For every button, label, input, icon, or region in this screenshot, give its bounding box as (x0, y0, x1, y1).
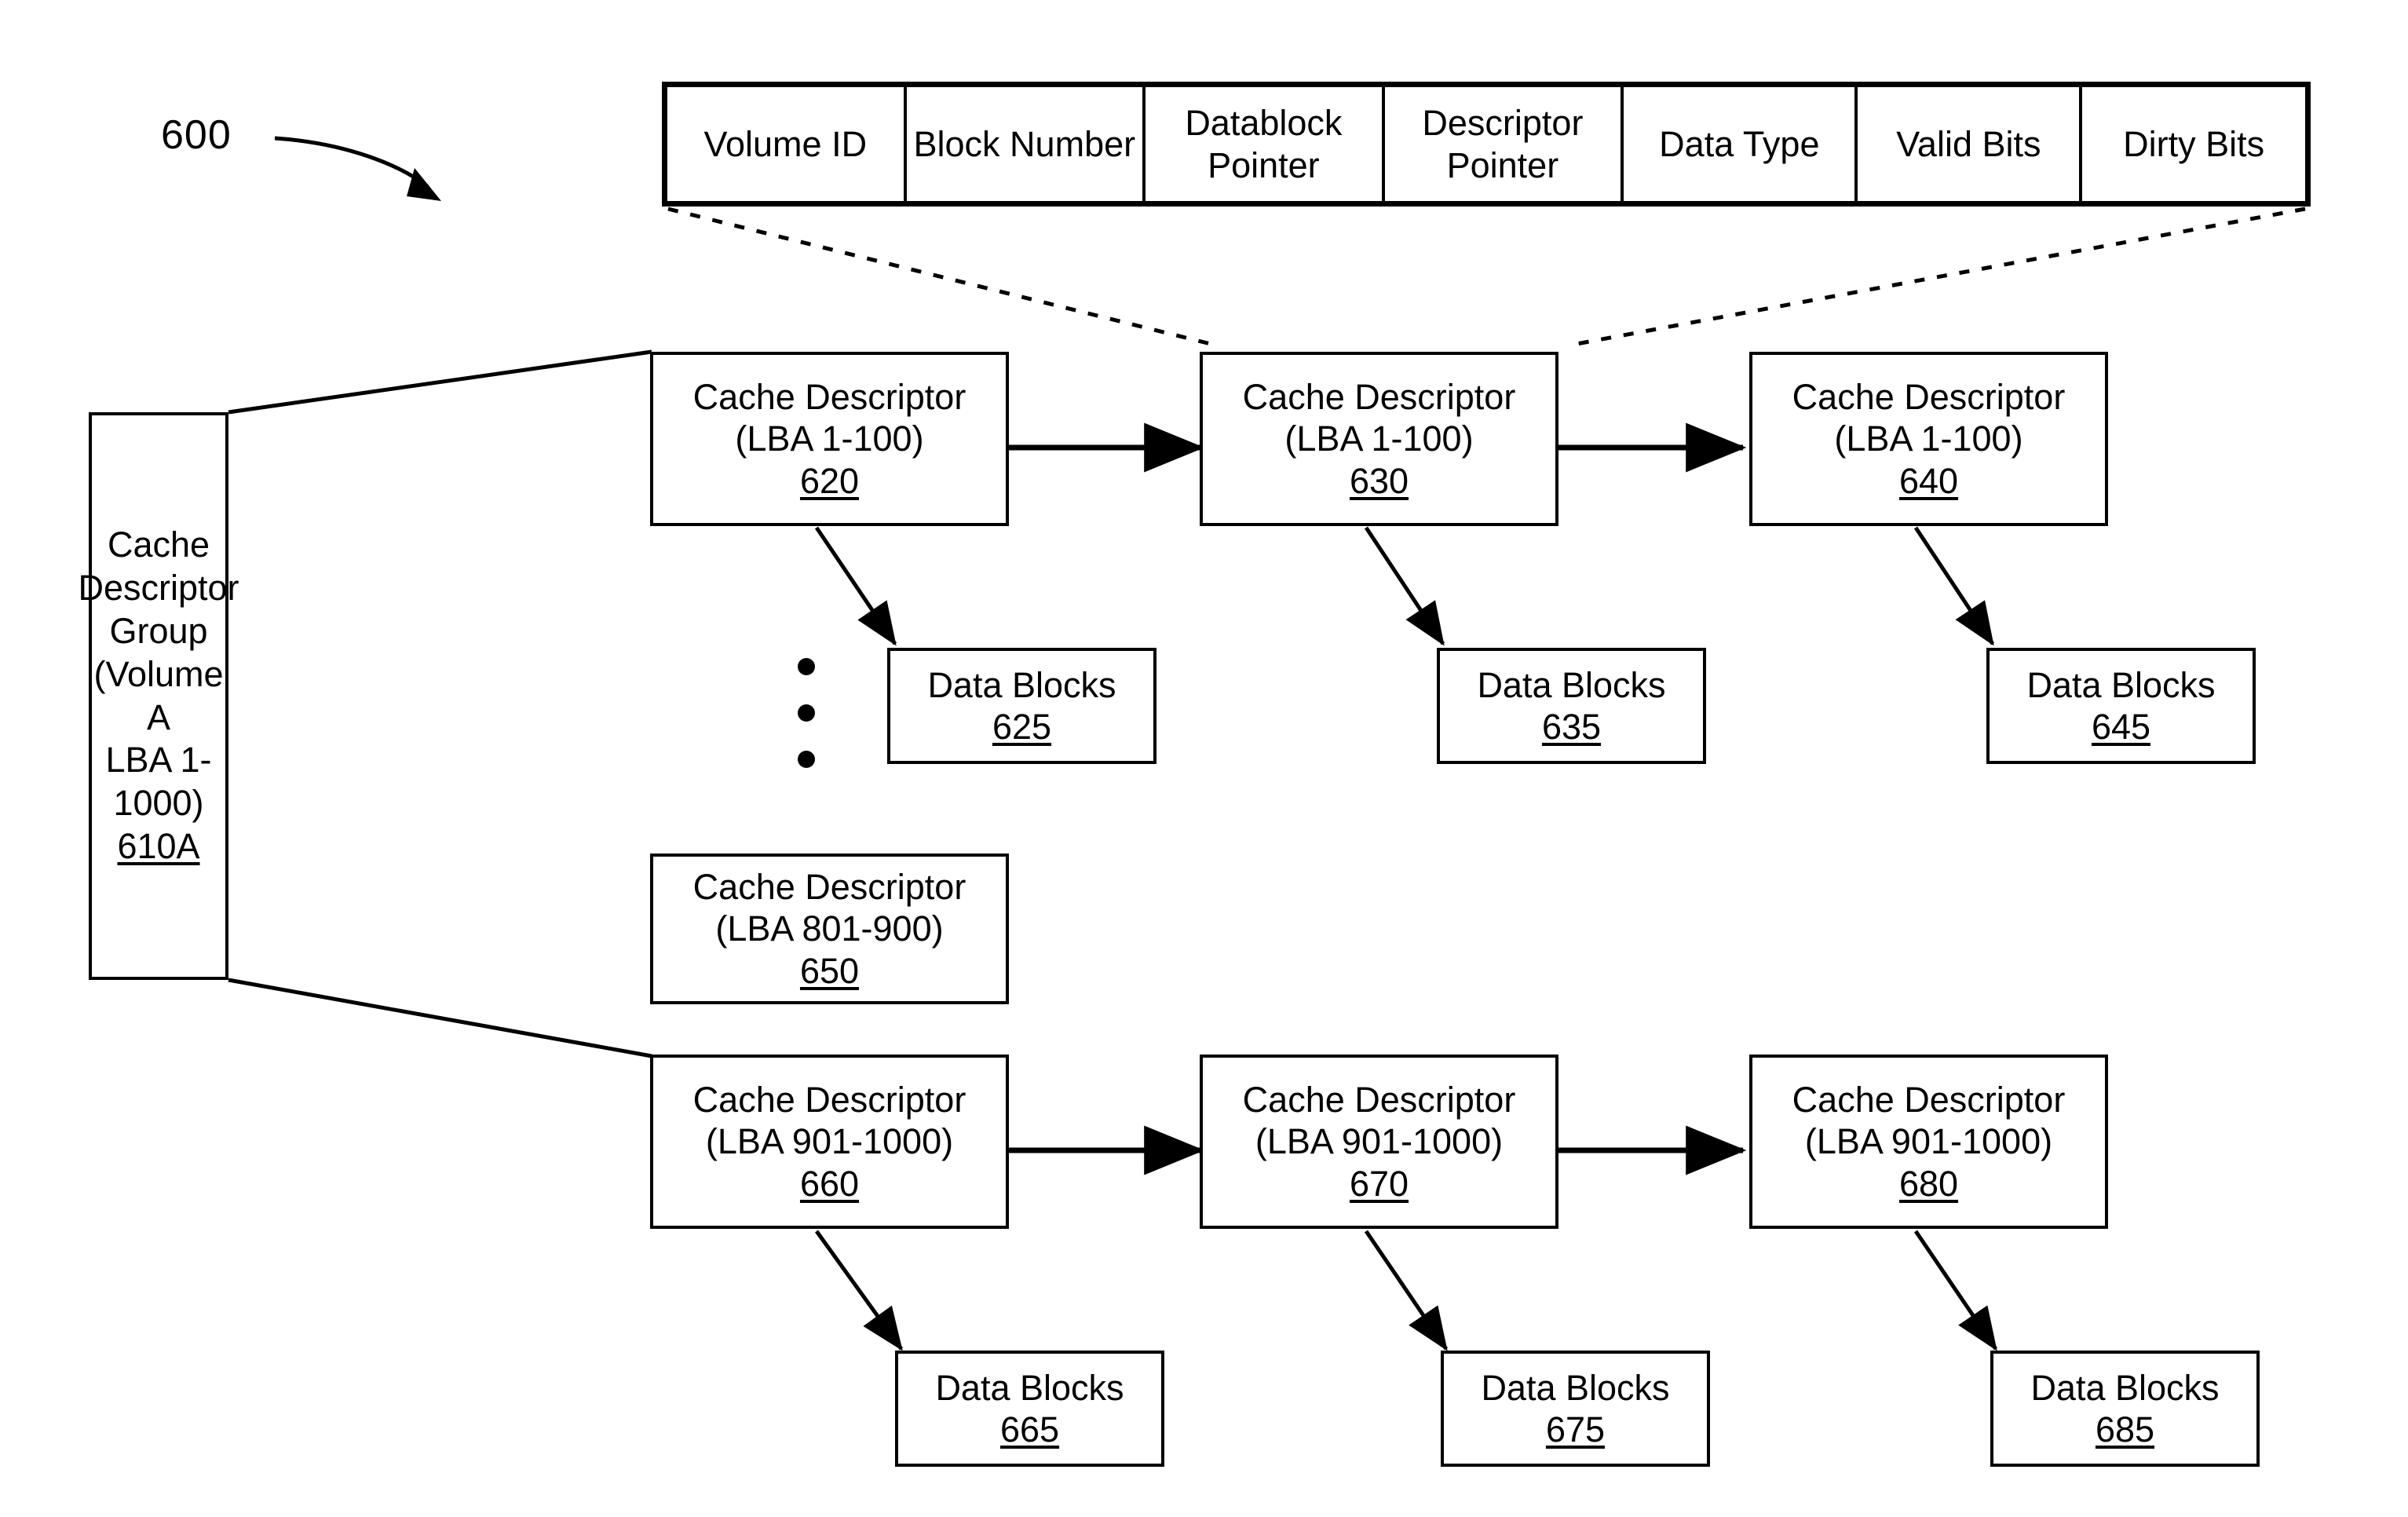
group-line-1: Cache Descriptor (78, 524, 239, 608)
cache-descriptor-670: Cache Descriptor (LBA 901-1000) 670 (1200, 1055, 1558, 1229)
attr-cell-datablock-pointer: Datablock Pointer (1146, 87, 1385, 201)
cd-660-range: (LBA 901-1000) (705, 1121, 954, 1162)
cd-650-range: (LBA 801-900) (715, 908, 944, 949)
cd-680-reference-number: 680 (1898, 1163, 1959, 1204)
data-blocks-685: Data Blocks 685 (1990, 1351, 2260, 1467)
cache-descriptor-630: Cache Descriptor (LBA 1-100) 630 (1200, 352, 1558, 526)
attr-cell-dirty-bits: Dirty Bits (2082, 87, 2305, 201)
db-645-label: Data Blocks (2026, 664, 2216, 705)
figure-number-label: 600 (161, 112, 232, 158)
figure-number-arrow (274, 136, 441, 201)
attribute-callout-lines (667, 207, 2306, 346)
db-625-label: Data Blocks (927, 664, 1116, 705)
attr-cell-descriptor-pointer: Descriptor Pointer (1384, 87, 1624, 201)
cd-630-reference-number: 630 (1349, 460, 1409, 501)
ellipsis-dot (798, 658, 815, 675)
cd-620-title: Cache Descriptor (692, 377, 966, 418)
group-line-4: LBA 1-1000) (105, 740, 212, 824)
cache-descriptor-680: Cache Descriptor (LBA 901-1000) 680 (1749, 1055, 2108, 1229)
db-625-reference-number: 625 (992, 707, 1052, 747)
attr-cell-volume-id: Volume ID (667, 87, 907, 201)
cache-descriptor-attribute-table: Volume ID Block Number Datablock Pointer… (662, 82, 2311, 207)
db-685-label: Data Blocks (2030, 1367, 2220, 1408)
cd-650-title: Cache Descriptor (692, 867, 966, 908)
db-665-reference-number: 665 (999, 1409, 1060, 1449)
cd-640-range: (LBA 1-100) (1834, 419, 2023, 459)
cd-640-title: Cache Descriptor (1792, 377, 2066, 418)
cd-630-title: Cache Descriptor (1242, 377, 1516, 418)
group-line-2: Group (109, 610, 208, 651)
ellipsis-dot (798, 751, 815, 768)
cd-620-range: (LBA 1-100) (735, 419, 924, 459)
db-635-reference-number: 635 (1541, 707, 1602, 747)
cd-670-range: (LBA 901-1000) (1255, 1121, 1504, 1162)
data-blocks-675: Data Blocks 675 (1441, 1351, 1710, 1467)
cd-660-reference-number: 660 (799, 1163, 860, 1204)
datablock-arrows-top (814, 526, 1995, 646)
db-685-reference-number: 685 (2095, 1409, 2155, 1449)
group-line-3: (Volume A (93, 653, 224, 737)
ellipsis-dot (798, 704, 815, 722)
data-blocks-665: Data Blocks 665 (895, 1351, 1164, 1467)
cd-650-reference-number: 650 (799, 950, 860, 991)
attr-cell-data-type: Data Type (1624, 87, 1858, 201)
cd-620-reference-number: 620 (799, 460, 860, 501)
group-reference-number: 610A (117, 826, 200, 867)
cd-630-range: (LBA 1-100) (1284, 419, 1474, 459)
cache-descriptor-620: Cache Descriptor (LBA 1-100) 620 (650, 352, 1009, 526)
attr-cell-valid-bits: Valid Bits (1858, 87, 2083, 201)
cd-680-range: (LBA 901-1000) (1804, 1121, 2053, 1162)
group-fanout-lines (228, 349, 652, 1058)
db-645-reference-number: 645 (2091, 707, 2151, 747)
data-blocks-625: Data Blocks 625 (887, 648, 1156, 764)
db-675-label: Data Blocks (1481, 1367, 1670, 1408)
datablock-arrows-bottom (814, 1230, 1998, 1351)
cache-descriptor-660: Cache Descriptor (LBA 901-1000) 660 (650, 1055, 1009, 1229)
cache-descriptor-650: Cache Descriptor (LBA 801-900) 650 (650, 854, 1009, 1004)
cache-descriptor-group-610a: Cache Descriptor Group (Volume A LBA 1-1… (78, 412, 239, 980)
cd-670-title: Cache Descriptor (1242, 1080, 1516, 1120)
cd-660-title: Cache Descriptor (692, 1080, 966, 1120)
data-blocks-635: Data Blocks 635 (1437, 648, 1706, 764)
attr-cell-block-number: Block Number (906, 87, 1146, 201)
db-635-label: Data Blocks (1477, 664, 1666, 705)
db-665-label: Data Blocks (935, 1367, 1124, 1408)
cd-640-reference-number: 640 (1898, 460, 1959, 501)
patent-figure-600: 600 Volume ID Block Number Datablock Poi… (0, 0, 2408, 1517)
vertical-ellipsis-icon (793, 658, 820, 768)
cd-670-reference-number: 670 (1349, 1163, 1409, 1204)
cd-680-title: Cache Descriptor (1792, 1080, 2066, 1120)
data-blocks-645: Data Blocks 645 (1986, 648, 2256, 764)
db-675-reference-number: 675 (1545, 1409, 1606, 1449)
cache-descriptor-640: Cache Descriptor (LBA 1-100) 640 (1749, 352, 2108, 526)
